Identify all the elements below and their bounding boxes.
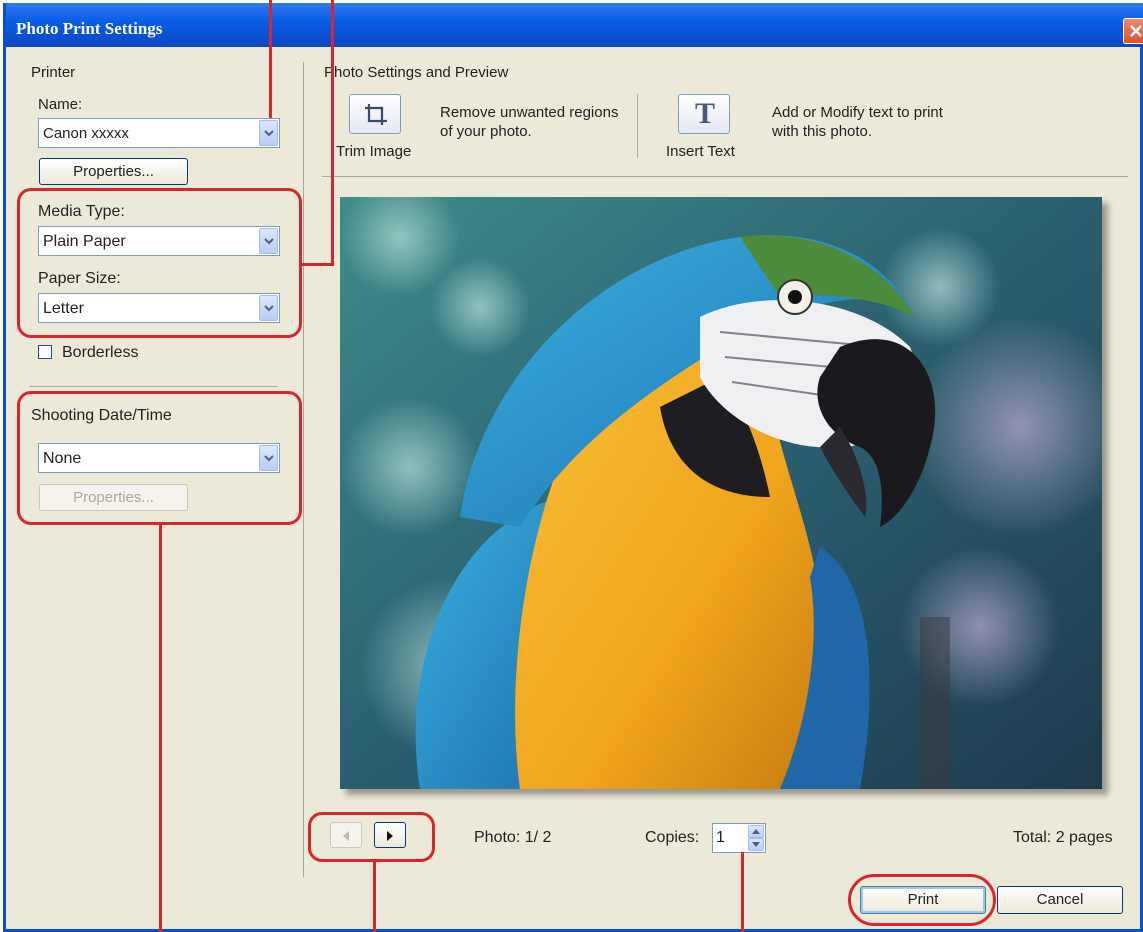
callout-navigation (308, 812, 435, 862)
cancel-button[interactable]: Cancel (997, 886, 1123, 914)
toolbar-divider (637, 94, 638, 158)
copies-value: 1 (716, 829, 725, 846)
title-bar[interactable]: Photo Print Settings (6, 3, 1143, 47)
insert-text-button[interactable]: T (678, 94, 730, 134)
callout-line-navigation (373, 862, 376, 932)
total-pages: Total: 2 pages (1013, 829, 1113, 846)
spin-up-icon[interactable] (748, 825, 764, 838)
parrot-photo (340, 197, 1102, 789)
callout-connector-media (300, 263, 334, 266)
close-icon (1130, 25, 1142, 37)
chevron-down-icon[interactable] (259, 120, 278, 146)
callout-shooting-date (17, 391, 302, 525)
printer-name-select[interactable]: Canon xxxxx (38, 118, 280, 148)
callout-line-copies (741, 852, 744, 932)
borderless-label: Borderless (62, 344, 139, 361)
photo-counter: Photo: 1/ 2 (474, 829, 552, 846)
insert-text-description: Add or Modify text to print with this ph… (772, 104, 943, 140)
copies-label: Copies: (645, 829, 700, 846)
trim-image-label: Trim Image (336, 143, 412, 160)
printer-group-label: Printer (31, 64, 76, 81)
copies-spinner[interactable]: 1 (712, 823, 766, 853)
text-icon: T (695, 97, 716, 130)
trim-image-button[interactable] (349, 94, 401, 134)
panel-divider (303, 62, 304, 877)
preview-divider (322, 176, 1128, 177)
callout-print (848, 874, 996, 926)
callout-line-media (331, 0, 334, 266)
printer-name-value: Canon xxxxx (43, 125, 129, 142)
callout-line-shooting (159, 525, 162, 932)
window-title: Photo Print Settings (16, 19, 163, 38)
close-button[interactable] (1123, 18, 1143, 44)
callout-media-paper (17, 188, 302, 338)
spin-down-icon[interactable] (748, 838, 764, 851)
trim-description: Remove unwanted regions of your photo. (440, 104, 619, 140)
name-label: Name: (38, 96, 83, 113)
crop-icon (365, 104, 387, 125)
borderless-checkbox[interactable] (38, 345, 52, 359)
callout-line-name (269, 0, 272, 118)
preview-group-label: Photo Settings and Preview (324, 64, 509, 81)
left-divider (30, 386, 278, 387)
insert-text-label: Insert Text (666, 143, 735, 160)
photo-preview (340, 197, 1102, 789)
printer-properties-button[interactable]: Properties... (39, 158, 188, 185)
